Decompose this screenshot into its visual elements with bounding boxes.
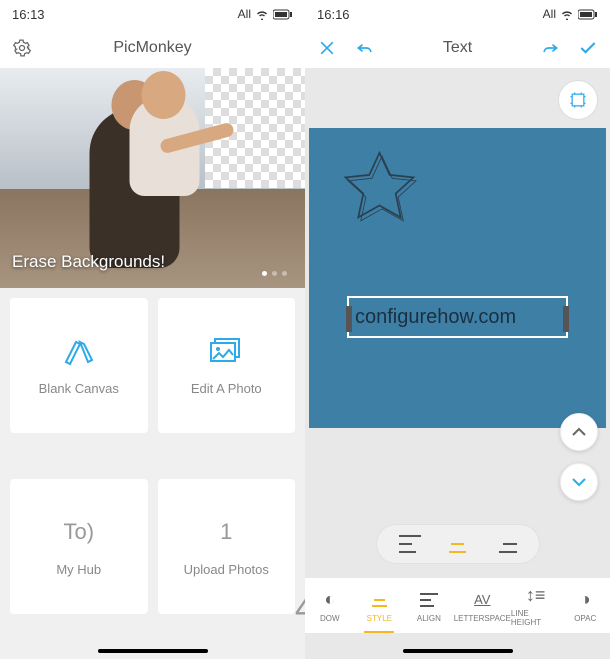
text-tool-tabs: ◐DOW STYLE ALIGN AVLETTERSPACE ↕≡LINE HE… — [305, 577, 610, 633]
redo-icon[interactable] — [540, 38, 560, 58]
upload-photos-card[interactable]: 1 Upload Photos — [158, 479, 296, 614]
hero-banner[interactable]: Erase Backgrounds! — [0, 68, 305, 288]
blank-canvas-card[interactable]: Blank Canvas — [10, 298, 148, 433]
align-left-option[interactable] — [399, 535, 421, 553]
status-time: 16:16 — [317, 7, 350, 22]
home-indicator[interactable] — [403, 649, 513, 653]
tab-opacity[interactable]: ◑OPAC — [560, 578, 610, 633]
tab-lineheight[interactable]: ↕≡LINE HEIGHT — [511, 578, 561, 633]
hero-caption: Erase Backgrounds! — [12, 252, 165, 272]
hub-icon: To) — [61, 516, 97, 548]
my-hub-card[interactable]: To) My Hub — [10, 479, 148, 614]
battery-icon — [578, 9, 598, 20]
hero-people-image — [59, 88, 229, 268]
collapse-up-button[interactable] — [560, 413, 598, 451]
canvas-area[interactable]: configurehow.com 4 A ◐DOW STYLE ALIGN AV… — [305, 68, 610, 659]
picmonkey-home-screen: 16:13 All PicMonkey Erase Backgrounds! B… — [0, 0, 305, 659]
card-label: Upload Photos — [184, 562, 269, 577]
tab-align[interactable]: ALIGN — [404, 578, 454, 633]
status-bar: 16:13 All — [0, 0, 305, 28]
align-right-option[interactable] — [495, 535, 517, 553]
text-layer[interactable]: configurehow.com — [347, 296, 568, 338]
expand-down-button[interactable] — [560, 463, 598, 501]
resize-handle-left[interactable] — [346, 306, 352, 332]
status-net: All — [543, 7, 556, 21]
resize-handle-right[interactable] — [563, 306, 569, 332]
card-label: Edit A Photo — [191, 381, 262, 396]
action-grid: Blank Canvas Edit A Photo To) My Hub 1 U… — [0, 288, 305, 659]
battery-icon — [273, 9, 293, 20]
editor-title: Text — [443, 39, 472, 57]
upload-icon: 1 — [208, 516, 244, 548]
card-label: My Hub — [56, 562, 101, 577]
tab-shadow[interactable]: ◐DOW — [305, 578, 355, 633]
status-bar: 16:16 All — [305, 0, 610, 28]
edit-photo-card[interactable]: Edit A Photo — [158, 298, 296, 433]
photo-icon — [208, 335, 244, 367]
text-editor-screen: 16:16 All Text configurehow.com — [305, 0, 610, 659]
tab-style[interactable]: STYLE — [355, 578, 405, 633]
pencils-icon — [61, 335, 97, 367]
settings-icon[interactable] — [12, 38, 32, 58]
home-indicator[interactable] — [98, 649, 208, 653]
align-center-option[interactable] — [447, 535, 469, 553]
wifi-icon — [560, 9, 574, 20]
alignment-selector — [376, 524, 540, 564]
tab-letterspace[interactable]: AVLETTERSPACE — [454, 578, 511, 633]
wifi-icon — [255, 9, 269, 20]
canvas[interactable]: configurehow.com — [309, 128, 606, 428]
crop-button[interactable] — [558, 80, 598, 120]
confirm-icon[interactable] — [578, 38, 598, 58]
app-title: PicMonkey — [113, 39, 191, 57]
status-net: All — [238, 7, 251, 21]
undo-icon[interactable] — [355, 38, 375, 58]
app-header: PicMonkey — [0, 28, 305, 68]
card-label: Blank Canvas — [39, 381, 119, 396]
close-icon[interactable] — [317, 38, 337, 58]
status-time: 16:13 — [12, 7, 45, 22]
carousel-dots — [262, 271, 287, 276]
editor-header: Text — [305, 28, 610, 68]
text-content[interactable]: configurehow.com — [355, 306, 516, 329]
star-shape[interactable] — [337, 146, 422, 231]
